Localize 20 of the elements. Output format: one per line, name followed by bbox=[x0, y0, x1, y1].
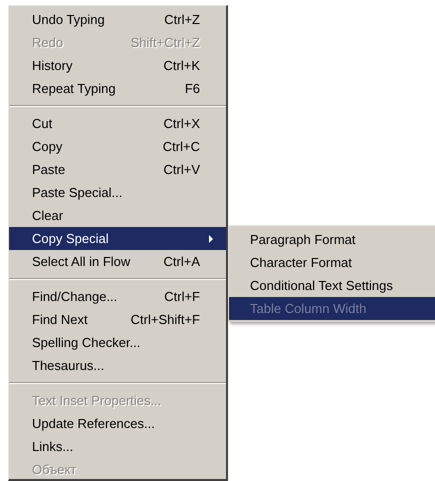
menu-item[interactable]: Spelling Checker... bbox=[9, 331, 226, 354]
menu-item[interactable]: Select All in Flow Ctrl+A bbox=[9, 250, 226, 273]
menu-item[interactable]: Undo Typing Ctrl+Z bbox=[9, 8, 226, 31]
menu-item[interactable]: History Ctrl+K bbox=[9, 54, 226, 77]
menu-item[interactable]: Character Format bbox=[229, 251, 435, 274]
menu-item[interactable]: Paste Special... bbox=[9, 181, 226, 204]
menu-item[interactable]: Thesaurus... bbox=[9, 354, 226, 377]
menu-item[interactable]: Repeat Typing F6 bbox=[9, 77, 226, 100]
submenu-arrow-icon bbox=[209, 234, 214, 242]
menu-item[interactable]: Find/Change... Ctrl+F bbox=[9, 285, 226, 308]
menu-item[interactable]: Copy Special bbox=[9, 227, 226, 250]
menu-item[interactable]: Links... bbox=[9, 435, 226, 458]
menu-item[interactable]: Update References... bbox=[9, 412, 226, 435]
menu-item[interactable]: Cut Ctrl+X bbox=[9, 112, 226, 135]
menu-item[interactable]: Clear bbox=[9, 204, 226, 227]
menu-item[interactable]: Find Next Ctrl+Shift+F bbox=[9, 308, 226, 331]
menu-item[interactable]: Copy Ctrl+C bbox=[9, 135, 226, 158]
menu-item[interactable]: Paste Ctrl+V bbox=[9, 158, 226, 181]
menu-item[interactable]: Conditional Text Settings bbox=[229, 274, 435, 297]
menu-item[interactable]: Paragraph Format bbox=[229, 228, 435, 251]
